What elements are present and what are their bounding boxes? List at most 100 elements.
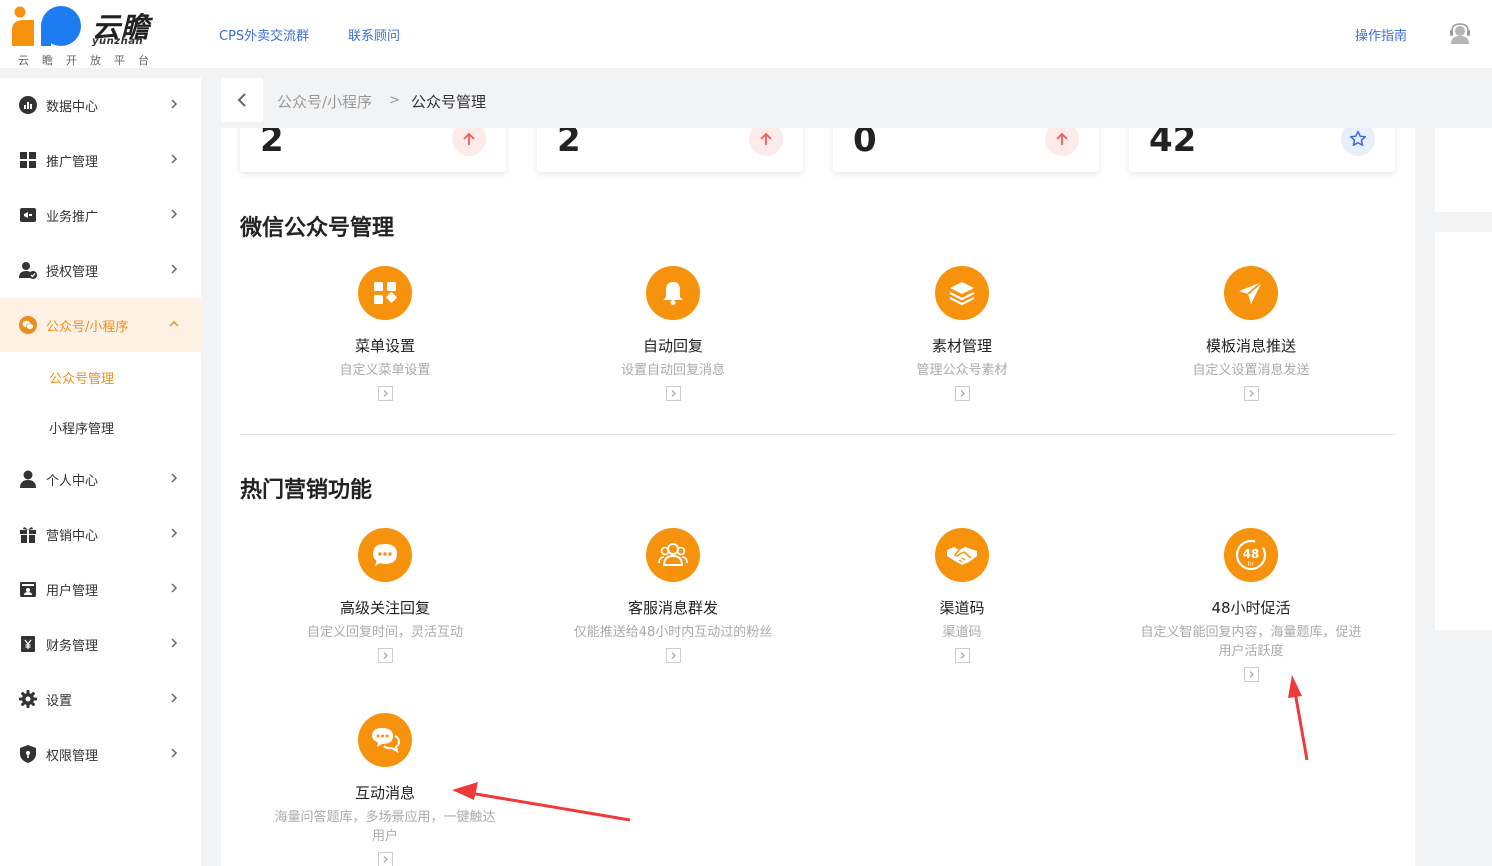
sidebar-item-label: 营销中心 [46,528,99,544]
chevron-right-icon [171,528,178,538]
logo-mark-icon [12,6,81,46]
cps-group-link[interactable]: CPS外卖交流群 [219,25,309,44]
stat-value: 42 [1149,128,1197,160]
megaphone-icon [18,205,38,225]
feature-name: 渠道码 [939,599,985,617]
brand-romanized: yunzhan [92,36,144,47]
arrow-up-icon [452,128,486,156]
chevron-right-icon [171,638,178,648]
chevron-right-icon [171,209,178,219]
feature-desc: 仅能推送给48小时内互动过的粉丝 [573,625,773,640]
sidebar-item-data-center[interactable]: 数据中心 [0,78,201,132]
sidebar-item-wechat-miniprogram[interactable]: 公众号/小程序 [0,298,201,352]
stat-card[interactable]: 42 [1129,128,1395,172]
sidebar-item-permission-mgmt[interactable]: 权限管理 [0,727,201,781]
sidebar-item-settings[interactable]: 设置 [0,672,201,726]
sidebar-item-auth-mgmt[interactable]: 授权管理 [0,243,201,297]
feature-desc: 设置自动回复消息 [620,363,725,378]
chevron-right-icon [171,99,178,109]
feature-name: 模板消息推送 [1205,337,1296,355]
chart-icon [18,95,38,115]
feature-advanced-follow-reply[interactable]: 高级关注回复 自定义回复时间，灵活互动 [245,528,525,663]
chat-dots-icon [358,713,412,767]
back-button[interactable] [221,78,263,122]
feature-customer-broadcast[interactable]: 客服消息群发 仅能推送给48小时内互动过的粉丝 [533,528,813,663]
feature-material-mgmt[interactable]: 素材管理 管理公众号素材 [822,266,1102,401]
chevron-right-icon [171,748,178,758]
sidebar-item-label: 个人中心 [46,473,99,489]
handshake-icon [935,528,989,582]
sidebar-item-finance-mgmt[interactable]: 财务管理 [0,617,201,671]
sidebar-item-business-promo[interactable]: 业务推广 [0,188,201,242]
chevron-right-icon[interactable] [377,852,393,866]
brand-logo[interactable]: 云瞻 yunzhan 云瞻开放平台 [10,4,170,67]
chevron-right-icon[interactable] [665,648,681,663]
sidebar-item-personal-center[interactable]: 个人中心 [0,452,201,506]
sidebar-item-marketing-center[interactable]: 营销中心 [0,507,201,561]
chevron-right-icon[interactable] [1243,667,1259,682]
feature-name: 素材管理 [931,337,992,355]
sidebar-item-label: 用户管理 [46,583,99,599]
feature-desc: 海量问答题库，多场景应用，一键触达用户 [274,810,496,844]
sidebar-item-label: 权限管理 [46,748,99,764]
brand-caption: 云瞻开放平台 [18,54,162,67]
breadcrumb-parent[interactable]: 公众号/小程序 [277,91,372,112]
sidebar-item-label: 推广管理 [46,154,99,170]
sidebar-item-label: 业务推广 [46,209,99,225]
chevron-right-icon [171,473,178,483]
shield-icon [18,744,38,764]
sidebar-subitem-official-account[interactable]: 公众号管理 [0,352,201,402]
sidebar-item-promotion-mgmt[interactable]: 推广管理 [0,133,201,187]
feature-interactive-message[interactable]: 互动消息 海量问答题库，多场景应用，一键触达用户 [245,713,525,866]
sidebar-subitem-miniprogram[interactable]: 小程序管理 [0,402,201,452]
breadcrumb: 公众号/小程序 > 公众号管理 [221,78,1492,128]
feature-name: 高级关注回复 [339,599,430,617]
sidebar-item-label: 授权管理 [46,264,99,280]
feature-template-push[interactable]: 模板消息推送 自定义设置消息发送 [1111,266,1391,401]
sidebar: 数据中心 推广管理 业务推广 授权管理 公众号/小程序 公众号管理 小程序管理 [0,78,201,866]
stat-value: 0 [853,128,877,160]
svg-text:hr: hr [1248,561,1255,568]
chat-bubble-icon [358,528,412,582]
feature-name: 自动回复 [642,337,703,355]
sidebar-item-user-mgmt[interactable]: 用户管理 [0,562,201,616]
contact-advisor-link[interactable]: 联系顾问 [348,25,400,44]
sidebar-item-label: 数据中心 [46,99,99,115]
feature-channel-code[interactable]: 渠道码 渠道码 [822,528,1102,663]
feature-name: 客服消息群发 [627,599,718,617]
feature-desc: 渠道码 [942,625,982,640]
breadcrumb-current: 公众号管理 [411,93,487,111]
grid-icon [18,150,38,170]
svg-text:48: 48 [1243,547,1260,561]
paper-plane-icon [1224,266,1278,320]
gear-icon [18,689,38,709]
feature-desc: 自定义设置消息发送 [1192,363,1310,378]
feature-desc: 自定义回复时间，灵活互动 [306,625,463,640]
feature-48h-activation[interactable]: 48 hr 48小时促活 自定义智能回复内容，海量题库，促进用户活跃度 [1111,528,1391,682]
wechat-icon [18,315,38,335]
feature-desc: 自定义智能回复内容，海量题库，促进用户活跃度 [1140,625,1362,659]
feature-menu-settings[interactable]: 菜单设置 自定义菜单设置 [245,266,525,401]
chevron-right-icon[interactable] [377,386,393,401]
operation-guide-link[interactable]: 操作指南 [1355,25,1407,44]
chevron-right-icon[interactable] [954,648,970,663]
layers-icon [935,266,989,320]
chevron-right-icon[interactable] [377,648,393,663]
chevron-right-icon[interactable] [665,386,681,401]
stat-card[interactable]: 0 [833,128,1099,172]
feature-auto-reply[interactable]: 自动回复 设置自动回复消息 [533,266,813,401]
id-card-icon [18,579,38,599]
chevron-right-icon[interactable] [1243,386,1259,401]
feature-name: 48小时促活 [1211,599,1291,617]
person-icon [18,469,38,489]
yuan-icon [18,634,38,654]
stat-card[interactable]: 2 [240,128,506,172]
chevron-right-icon[interactable] [954,386,970,401]
stat-value: 2 [260,128,284,160]
user-avatar-icon[interactable] [1448,22,1472,46]
sidebar-item-label: 财务管理 [46,638,99,654]
section-divider [240,434,1395,435]
feature-name: 互动消息 [354,784,415,802]
stat-card[interactable]: 2 [537,128,803,172]
apps-icon [358,266,412,320]
